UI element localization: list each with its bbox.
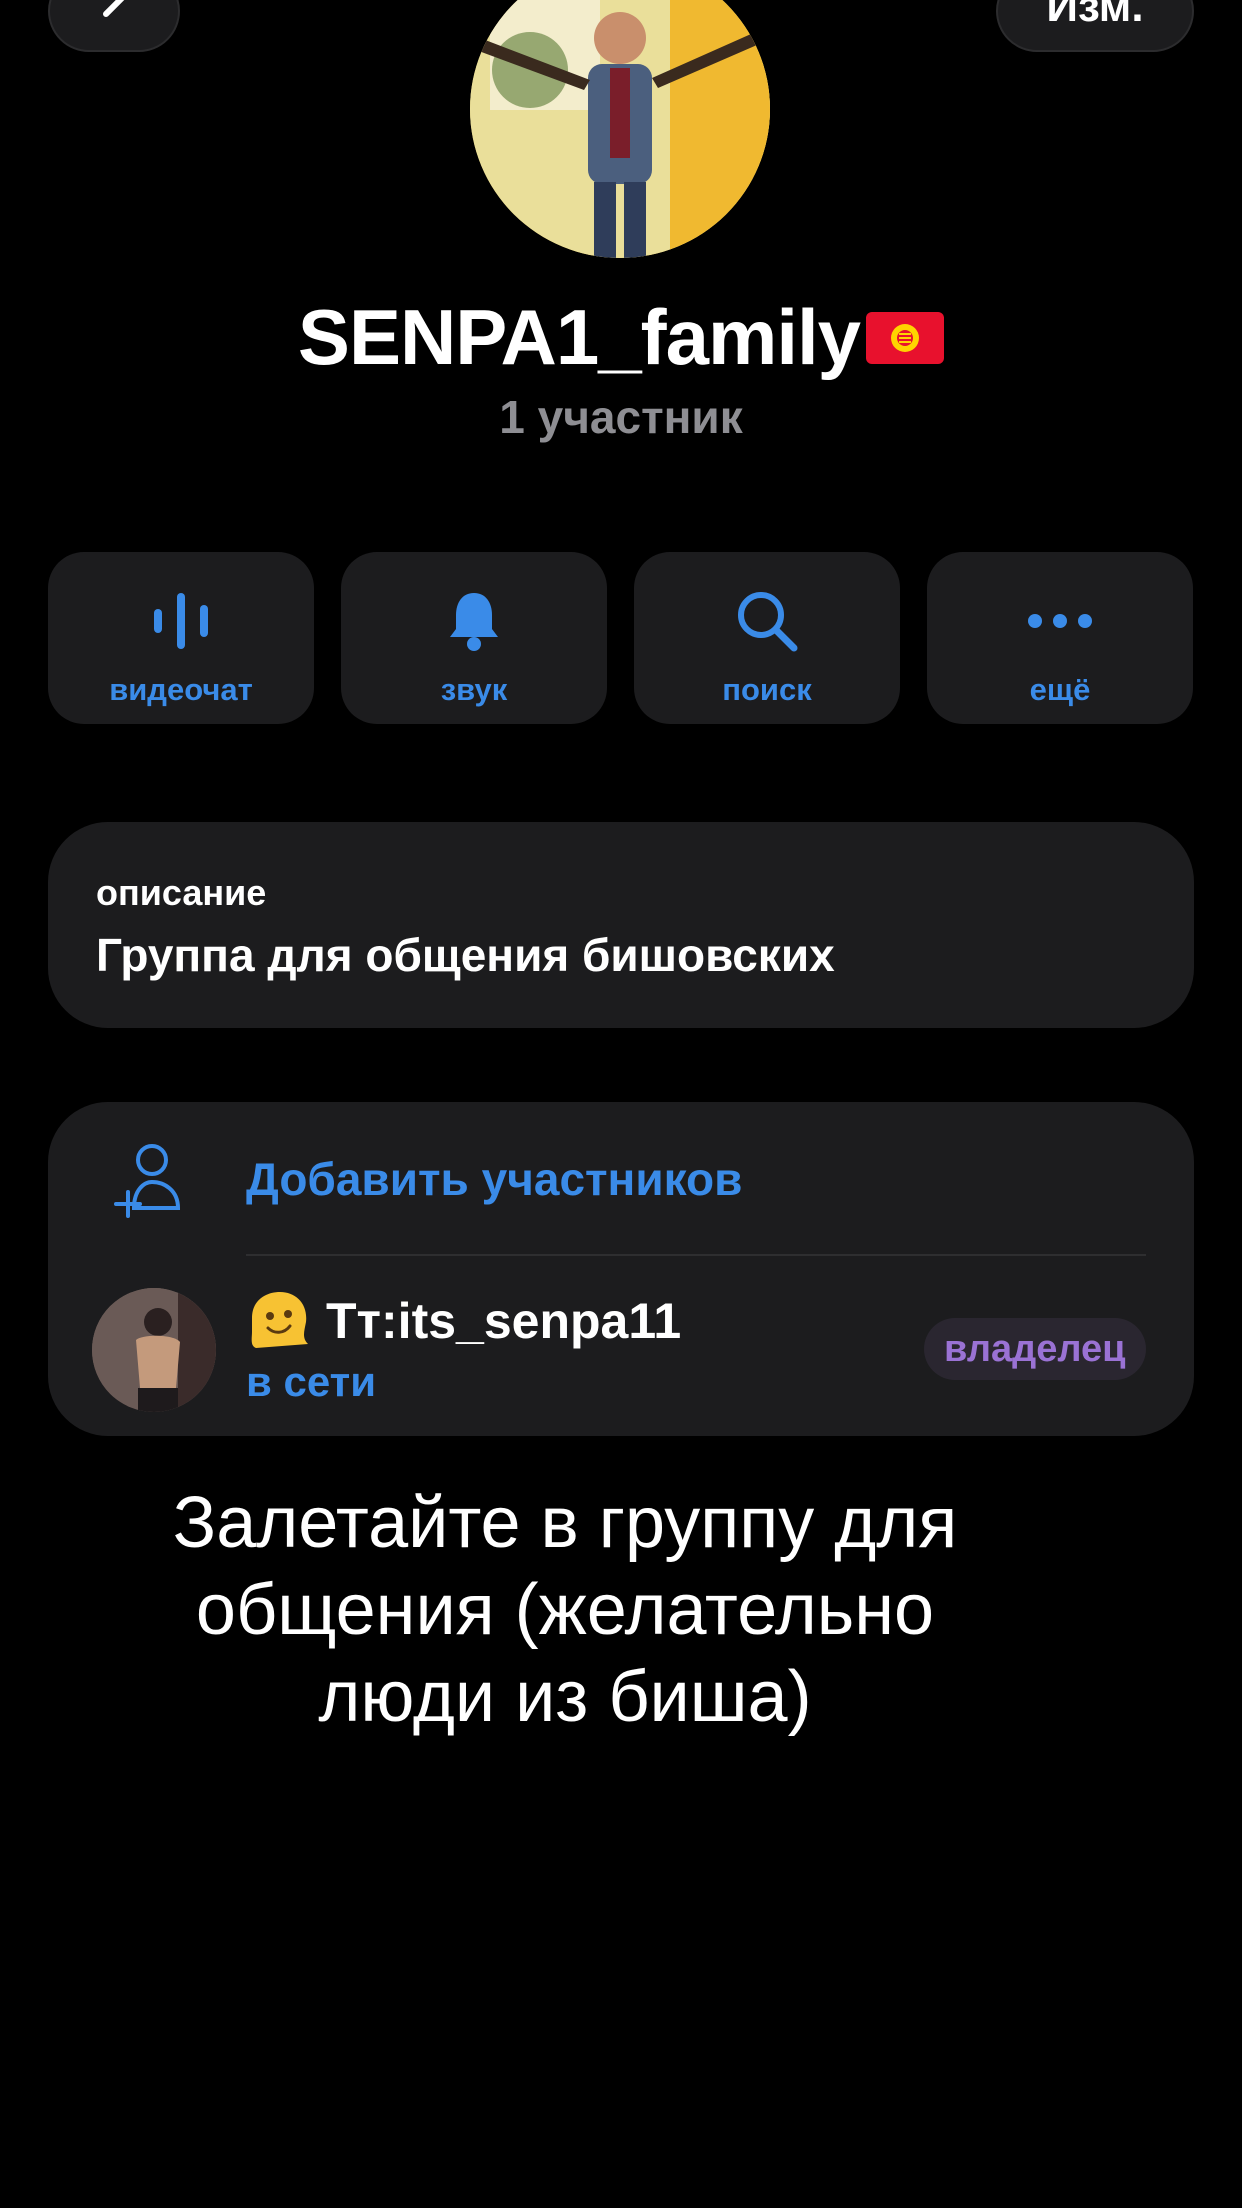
- more-button[interactable]: ещё: [927, 552, 1193, 724]
- caption-text: Залетайте в группу для общения (желатель…: [100, 1480, 1030, 1741]
- group-avatar[interactable]: [470, 0, 770, 258]
- add-person-icon: [114, 1144, 181, 1218]
- search-icon: [738, 592, 798, 652]
- bell-icon: [450, 593, 498, 651]
- description-card[interactable]: описание Группа для общения бишовских: [48, 822, 1194, 1028]
- kyrgyzstan-flag-icon: [866, 311, 945, 364]
- add-members-label: Добавить участников: [246, 1153, 743, 1205]
- edit-button[interactable]: Изм.: [996, 0, 1194, 52]
- melting-face-icon: [251, 1292, 308, 1348]
- more-label: ещё: [1029, 672, 1091, 707]
- group-name: SENPA1_family: [0, 292, 1242, 383]
- group-avatar-photo: [470, 0, 770, 258]
- back-button[interactable]: [48, 0, 180, 52]
- member-count: 1 участник: [499, 391, 743, 443]
- description-label: описание: [96, 872, 267, 913]
- member-avatar-photo: [92, 1288, 216, 1412]
- owner-badge: владелец: [924, 1318, 1146, 1380]
- group-name-text: SENPA1_family: [297, 293, 861, 381]
- member-name: Тт:its_senpa11: [326, 1293, 682, 1349]
- member-avatar[interactable]: [92, 1288, 216, 1412]
- caption-line: общения (желательно: [195, 1570, 935, 1650]
- add-members-button[interactable]: Добавить участников: [48, 1102, 1194, 1254]
- caption-line: Залетайте в группу для: [172, 1483, 958, 1563]
- search-label: поиск: [722, 672, 812, 707]
- search-button[interactable]: поиск: [634, 552, 900, 724]
- caption-line: люди из биша): [318, 1657, 812, 1737]
- description-text: Группа для общения бишовских: [96, 929, 835, 981]
- voice-chat-button[interactable]: видеочат: [48, 552, 314, 724]
- member-status: в сети: [246, 1358, 377, 1405]
- voice-chat-icon: [154, 593, 208, 649]
- sound-label: звук: [440, 672, 508, 707]
- more-dots-icon: [1028, 614, 1092, 628]
- chevron-left-icon: [103, 0, 125, 17]
- sound-button[interactable]: звук: [341, 552, 607, 724]
- voice-chat-label: видеочат: [109, 672, 253, 707]
